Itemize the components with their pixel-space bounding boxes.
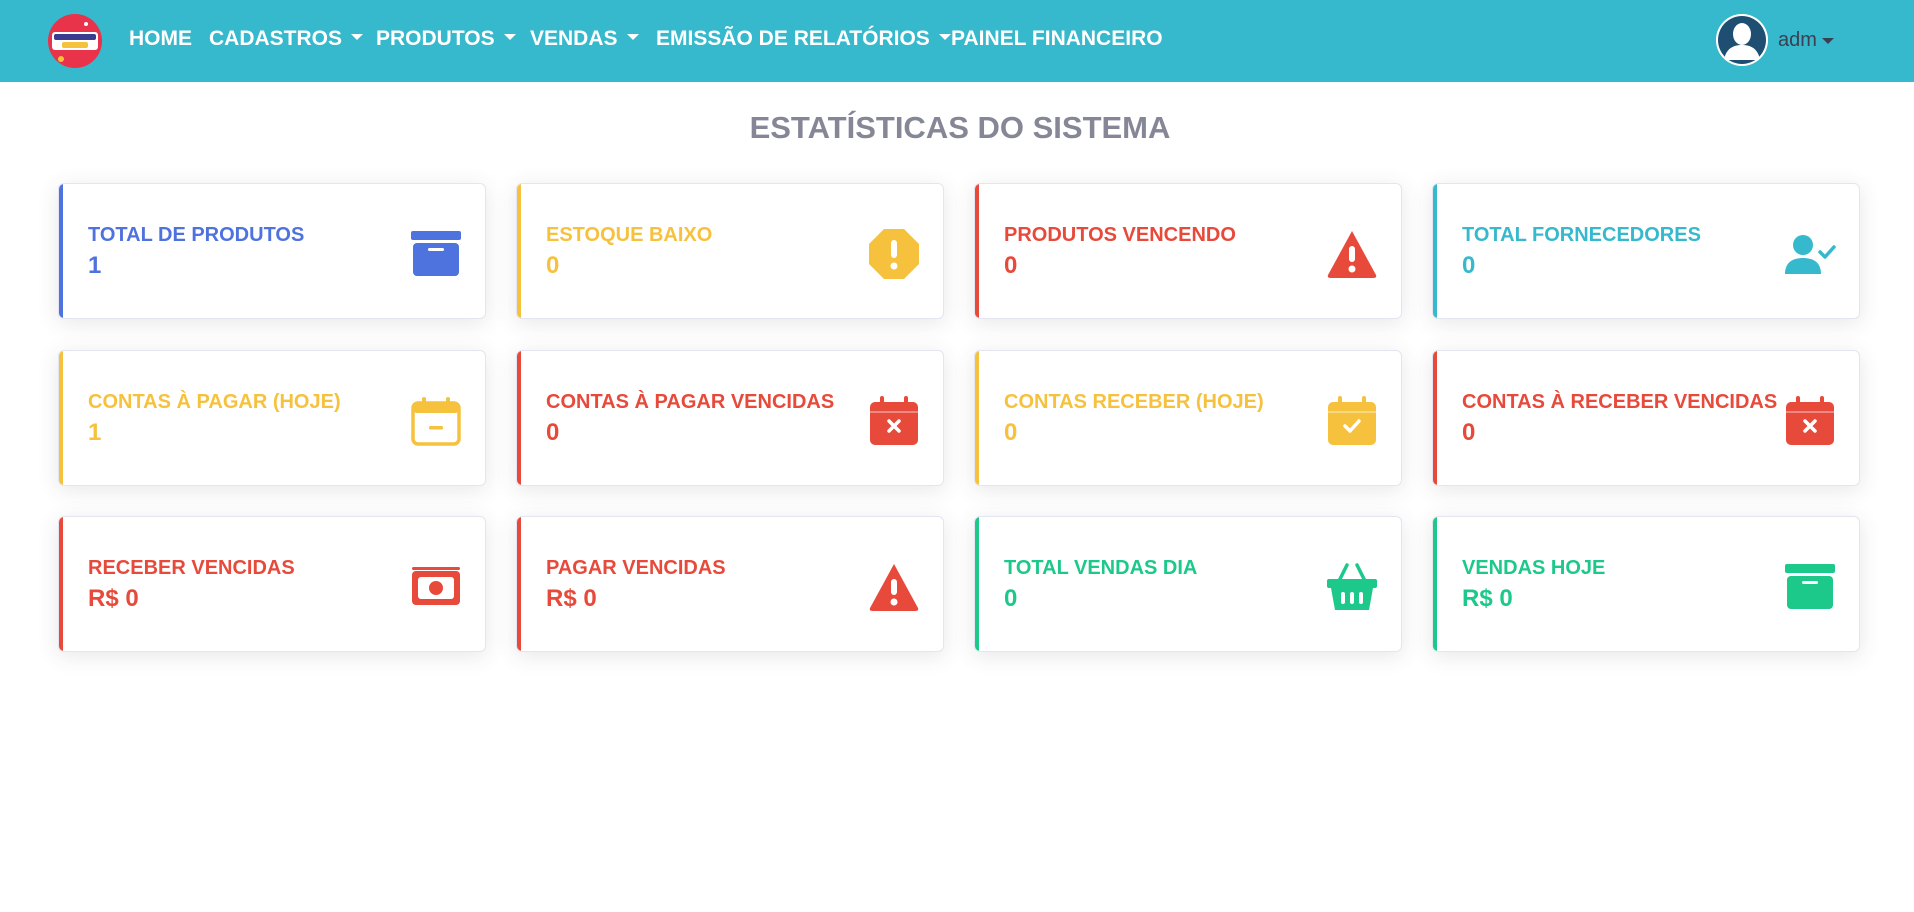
stat-card-estoque-baixo[interactable]: ESTOQUE BAIXO 0: [516, 183, 944, 319]
card-accent-bar: [59, 351, 63, 485]
stat-card-value: 1: [88, 419, 102, 446]
nav-home-label: HOME: [129, 27, 192, 50]
stat-card-label: ESTOQUE BAIXO: [546, 224, 713, 246]
stat-card-label: PAGAR VENCIDAS: [546, 557, 726, 579]
stat-card-label: CONTAS À PAGAR VENCIDAS: [546, 391, 835, 413]
stat-card-value: 0: [1004, 585, 1018, 612]
stat-card-label: VENDAS HOJE: [1462, 557, 1606, 579]
page-title: ESTATÍSTICAS DO SISTEMA: [749, 110, 1171, 145]
archive-box-icon: [410, 228, 462, 280]
calendar-minus-icon: [410, 395, 462, 447]
stat-card-value: 0: [1462, 252, 1476, 279]
stat-card-label: TOTAL FORNECEDORES: [1462, 224, 1701, 246]
calendar-check-icon: [1326, 395, 1378, 447]
stat-card-value: R$ 0: [546, 585, 597, 612]
stat-card-contas-a-pagar-vencidas[interactable]: CONTAS À PAGAR VENCIDAS 0: [516, 350, 944, 486]
stat-card-label: CONTAS À PAGAR (HOJE): [88, 391, 341, 413]
card-accent-bar: [1433, 517, 1437, 651]
stat-card-label: TOTAL DE PRODUTOS: [88, 224, 305, 246]
calendar-x-icon: [1784, 395, 1836, 447]
top-navbar: HOME CADASTROS PRODUTOS VENDAS EMISSÃO D…: [0, 0, 1914, 82]
user-name: adm: [1778, 29, 1817, 51]
nav-home[interactable]: HOME: [129, 27, 192, 55]
card-accent-bar: [59, 517, 63, 651]
stat-card-value: 0: [546, 252, 560, 279]
chevron-down-icon: [503, 34, 516, 41]
warning-triangle-icon: [1326, 228, 1378, 280]
stat-card-total-vendas-dia[interactable]: TOTAL VENDAS DIA 0: [974, 516, 1402, 652]
card-accent-bar: [975, 517, 979, 651]
chevron-down-icon: [938, 34, 951, 41]
stat-card-label: RECEBER VENCIDAS: [88, 557, 295, 579]
avatar: [1716, 14, 1768, 66]
stat-card-contas-a-pagar-hoje[interactable]: CONTAS À PAGAR (HOJE) 1: [58, 350, 486, 486]
stat-card-value: 0: [546, 419, 560, 446]
card-accent-bar: [1433, 351, 1437, 485]
stat-card-label: PRODUTOS VENCENDO: [1004, 224, 1236, 246]
stat-card-label: CONTAS À RECEBER VENCIDAS: [1462, 391, 1778, 413]
user-check-icon: [1784, 228, 1836, 280]
stat-card-value: R$ 0: [1462, 585, 1513, 612]
card-accent-bar: [517, 351, 521, 485]
exclamation-octagon-icon: [868, 228, 920, 280]
card-accent-bar: [517, 517, 521, 651]
warning-triangle-icon: [868, 561, 920, 613]
card-accent-bar: [517, 184, 521, 318]
calendar-x-icon: [868, 395, 920, 447]
nav-relatorios-dropdown[interactable]: EMISSÃO DE RELATÓRIOS: [656, 27, 951, 55]
stat-card-value: 0: [1004, 419, 1018, 446]
nav-vendas-label: VENDAS: [530, 27, 618, 50]
stat-card-receber-vencidas[interactable]: RECEBER VENCIDAS R$ 0: [58, 516, 486, 652]
nav-painel-financeiro[interactable]: PAINEL FINANCEIRO: [951, 27, 1163, 55]
stat-card-pagar-vencidas[interactable]: PAGAR VENCIDAS R$ 0: [516, 516, 944, 652]
stat-card-value: R$ 0: [88, 585, 139, 612]
money-bill-icon: [410, 561, 462, 613]
nav-vendas-dropdown[interactable]: VENDAS: [530, 27, 639, 55]
chevron-down-icon: [351, 34, 364, 41]
stat-card-total-de-produtos[interactable]: TOTAL DE PRODUTOS 1: [58, 183, 486, 319]
card-accent-bar: [59, 184, 63, 318]
chevron-down-icon: [1822, 38, 1834, 44]
nav-relatorios-label: EMISSÃO DE RELATÓRIOS: [656, 27, 930, 50]
stat-card-value: 0: [1004, 252, 1018, 279]
nav-produtos-label: PRODUTOS: [376, 27, 495, 50]
stat-card-contas-receber-hoje[interactable]: CONTAS RECEBER (HOJE) 0: [974, 350, 1402, 486]
brand-logo[interactable]: [48, 14, 102, 68]
card-accent-bar: [975, 184, 979, 318]
nav-cadastros-label: CADASTROS: [209, 27, 343, 50]
user-avatar-icon: [1716, 14, 1768, 66]
stat-card-vendas-hoje[interactable]: VENDAS HOJE R$ 0: [1432, 516, 1860, 652]
stat-card-value: 0: [1462, 419, 1476, 446]
card-accent-bar: [975, 351, 979, 485]
stat-card-produtos-vencendo[interactable]: PRODUTOS VENCENDO 0: [974, 183, 1402, 319]
nav-painel-label: PAINEL FINANCEIRO: [951, 27, 1163, 50]
stat-card-label: TOTAL VENDAS DIA: [1004, 557, 1198, 579]
nav-produtos-dropdown[interactable]: PRODUTOS: [376, 27, 516, 55]
shopping-basket-icon: [1326, 561, 1378, 613]
nav-cadastros-dropdown[interactable]: CADASTROS: [209, 27, 364, 55]
stat-card-label: CONTAS RECEBER (HOJE): [1004, 391, 1264, 413]
stat-card-contas-a-receber-vencidas[interactable]: CONTAS À RECEBER VENCIDAS 0: [1432, 350, 1860, 486]
card-accent-bar: [1433, 184, 1437, 318]
stat-card-value: 1: [88, 252, 102, 279]
stat-card-total-fornecedores[interactable]: TOTAL FORNECEDORES 0: [1432, 183, 1860, 319]
chevron-down-icon: [626, 34, 639, 41]
archive-box-icon: [1784, 561, 1836, 613]
